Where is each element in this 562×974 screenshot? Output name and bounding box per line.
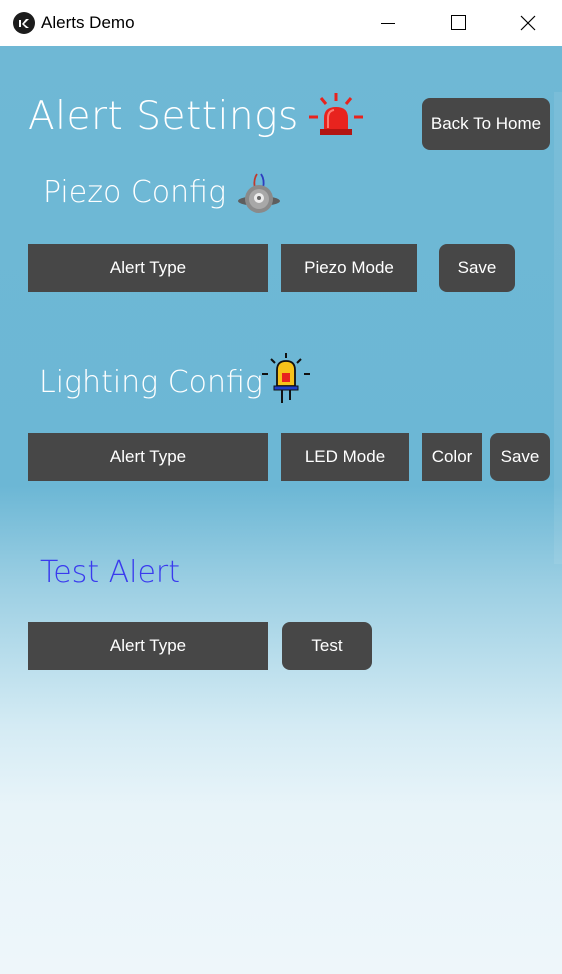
close-button[interactable]	[504, 0, 552, 46]
main-content: Alert Settings Back To Home Piezo Config…	[0, 46, 562, 974]
test-alert-type-button[interactable]: Alert Type	[28, 622, 268, 670]
close-icon	[520, 15, 536, 31]
lighting-save-button[interactable]: Save	[490, 433, 550, 481]
piezo-config-heading: Piezo Config	[43, 175, 227, 210]
minimize-icon	[381, 23, 395, 24]
led-bulb-icon	[262, 353, 310, 403]
maximize-icon	[451, 15, 466, 30]
window-titlebar: Alerts Demo	[0, 0, 562, 46]
lighting-alert-type-button[interactable]: Alert Type	[28, 433, 268, 481]
led-mode-button[interactable]: LED Mode	[281, 433, 409, 481]
siren-icon	[309, 93, 363, 135]
maximize-button[interactable]	[434, 0, 482, 46]
window-title: Alerts Demo	[41, 13, 135, 32]
piezo-alert-type-button[interactable]: Alert Type	[28, 244, 268, 292]
lighting-config-heading: Lighting Config	[39, 365, 263, 400]
buzzer-icon	[238, 173, 280, 213]
test-alert-heading: Test Alert	[40, 555, 181, 590]
piezo-save-button[interactable]: Save	[439, 244, 515, 292]
minimize-button[interactable]	[364, 0, 412, 46]
scrollbar[interactable]	[554, 92, 562, 564]
back-to-home-button[interactable]: Back To Home	[422, 98, 550, 150]
test-button[interactable]: Test	[282, 622, 372, 670]
piezo-mode-button[interactable]: Piezo Mode	[281, 244, 417, 292]
color-button[interactable]: Color	[422, 433, 482, 481]
kivy-logo-icon	[13, 12, 35, 34]
page-title: Alert Settings	[28, 94, 299, 139]
